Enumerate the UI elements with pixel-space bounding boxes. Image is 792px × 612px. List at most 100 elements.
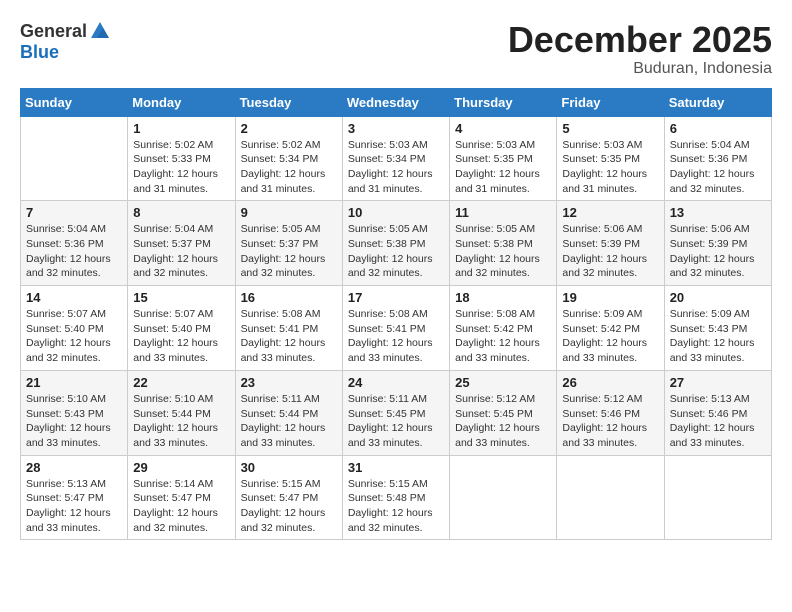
calendar-cell (450, 455, 557, 540)
day-number: 4 (455, 121, 551, 136)
calendar-cell: 15Sunrise: 5:07 AMSunset: 5:40 PMDayligh… (128, 286, 235, 371)
day-info: Sunrise: 5:08 AMSunset: 5:41 PMDaylight:… (241, 307, 337, 366)
day-info: Sunrise: 5:03 AMSunset: 5:35 PMDaylight:… (562, 138, 658, 197)
day-info: Sunrise: 5:10 AMSunset: 5:43 PMDaylight:… (26, 392, 122, 451)
day-info: Sunrise: 5:15 AMSunset: 5:47 PMDaylight:… (241, 477, 337, 536)
calendar-cell: 6 Sunrise: 5:04 AMSunset: 5:36 PMDaylight… (664, 116, 771, 201)
day-info: Sunrise: 5:08 AMSunset: 5:42 PMDaylight:… (455, 307, 551, 366)
calendar-cell: 25 Sunrise: 5:12 AMSunset: 5:45 PMDayligh… (450, 370, 557, 455)
calendar-cell: 10Sunrise: 5:05 AMSunset: 5:38 PMDayligh… (342, 201, 449, 286)
day-number: 3 (348, 121, 444, 136)
day-info: Sunrise: 5:09 AMSunset: 5:42 PMDaylight:… (562, 307, 658, 366)
day-info: Sunrise: 5:12 AMSunset: 5:46 PMDaylight:… (562, 392, 658, 451)
day-info: Sunrise: 5:13 AMSunset: 5:47 PMDaylight:… (26, 477, 122, 536)
day-number: 29 (133, 460, 229, 475)
calendar-week-row: 14 Sunrise: 5:07 AMSunset: 5:40 PMDayligh… (21, 286, 772, 371)
calendar-cell: 23Sunrise: 5:11 AMSunset: 5:44 PMDayligh… (235, 370, 342, 455)
calendar-cell (21, 116, 128, 201)
calendar-cell: 11 Sunrise: 5:05 AMSunset: 5:38 PMDayligh… (450, 201, 557, 286)
day-info: Sunrise: 5:08 AMSunset: 5:41 PMDaylight:… (348, 307, 444, 366)
page-header: General Blue December 2025 Buduran, Indo… (20, 20, 772, 78)
day-info: Sunrise: 5:11 AMSunset: 5:45 PMDaylight:… (348, 392, 444, 451)
calendar-week-row: 1 Sunrise: 5:02 AMSunset: 5:33 PMDaylight… (21, 116, 772, 201)
day-number: 27 (670, 375, 766, 390)
day-number: 28 (26, 460, 122, 475)
calendar-cell (557, 455, 664, 540)
calendar-cell: 14 Sunrise: 5:07 AMSunset: 5:40 PMDayligh… (21, 286, 128, 371)
day-number: 18 (455, 290, 551, 305)
logo-blue-text: Blue (20, 42, 59, 63)
day-number: 17 (348, 290, 444, 305)
day-info: Sunrise: 5:04 AMSunset: 5:36 PMDaylight:… (26, 222, 122, 281)
header-saturday: Saturday (664, 88, 771, 116)
logo: General Blue (20, 20, 113, 63)
day-info: Sunrise: 5:05 AMSunset: 5:37 PMDaylight:… (241, 222, 337, 281)
day-number: 11 (455, 205, 551, 220)
day-number: 10 (348, 205, 444, 220)
header-tuesday: Tuesday (235, 88, 342, 116)
day-number: 26 (562, 375, 658, 390)
calendar-cell: 13 Sunrise: 5:06 AMSunset: 5:39 PMDayligh… (664, 201, 771, 286)
day-number: 21 (26, 375, 122, 390)
logo-icon (89, 20, 111, 42)
calendar-cell: 27 Sunrise: 5:13 AMSunset: 5:46 PMDayligh… (664, 370, 771, 455)
day-number: 12 (562, 205, 658, 220)
location-subtitle: Buduran, Indonesia (508, 60, 772, 78)
calendar-cell: 26 Sunrise: 5:12 AMSunset: 5:46 PMDayligh… (557, 370, 664, 455)
day-info: Sunrise: 5:02 AMSunset: 5:33 PMDaylight:… (133, 138, 229, 197)
day-number: 22 (133, 375, 229, 390)
calendar-cell: 19Sunrise: 5:09 AMSunset: 5:42 PMDayligh… (557, 286, 664, 371)
day-number: 6 (670, 121, 766, 136)
day-number: 5 (562, 121, 658, 136)
day-info: Sunrise: 5:12 AMSunset: 5:45 PMDaylight:… (455, 392, 551, 451)
calendar-week-row: 7 Sunrise: 5:04 AMSunset: 5:36 PMDaylight… (21, 201, 772, 286)
calendar-cell: 7 Sunrise: 5:04 AMSunset: 5:36 PMDaylight… (21, 201, 128, 286)
day-info: Sunrise: 5:09 AMSunset: 5:43 PMDaylight:… (670, 307, 766, 366)
calendar-cell: 9 Sunrise: 5:05 AMSunset: 5:37 PMDaylight… (235, 201, 342, 286)
calendar-header-row: SundayMondayTuesdayWednesdayThursdayFrid… (21, 88, 772, 116)
day-info: Sunrise: 5:07 AMSunset: 5:40 PMDaylight:… (26, 307, 122, 366)
calendar-table: SundayMondayTuesdayWednesdayThursdayFrid… (20, 88, 772, 541)
day-number: 14 (26, 290, 122, 305)
day-number: 2 (241, 121, 337, 136)
day-number: 25 (455, 375, 551, 390)
header-wednesday: Wednesday (342, 88, 449, 116)
day-number: 7 (26, 205, 122, 220)
calendar-cell: 12Sunrise: 5:06 AMSunset: 5:39 PMDayligh… (557, 201, 664, 286)
day-number: 16 (241, 290, 337, 305)
day-info: Sunrise: 5:05 AMSunset: 5:38 PMDaylight:… (455, 222, 551, 281)
calendar-cell: 22 Sunrise: 5:10 AMSunset: 5:44 PMDayligh… (128, 370, 235, 455)
day-number: 9 (241, 205, 337, 220)
day-info: Sunrise: 5:06 AMSunset: 5:39 PMDaylight:… (670, 222, 766, 281)
logo-general-text: General (20, 21, 87, 42)
day-info: Sunrise: 5:07 AMSunset: 5:40 PMDaylight:… (133, 307, 229, 366)
calendar-cell: 4 Sunrise: 5:03 AMSunset: 5:35 PMDaylight… (450, 116, 557, 201)
day-info: Sunrise: 5:15 AMSunset: 5:48 PMDaylight:… (348, 477, 444, 536)
day-info: Sunrise: 5:04 AMSunset: 5:36 PMDaylight:… (670, 138, 766, 197)
day-info: Sunrise: 5:13 AMSunset: 5:46 PMDaylight:… (670, 392, 766, 451)
calendar-week-row: 21 Sunrise: 5:10 AMSunset: 5:43 PMDayligh… (21, 370, 772, 455)
calendar-cell: 31Sunrise: 5:15 AMSunset: 5:48 PMDayligh… (342, 455, 449, 540)
day-number: 20 (670, 290, 766, 305)
day-number: 23 (241, 375, 337, 390)
day-info: Sunrise: 5:03 AMSunset: 5:35 PMDaylight:… (455, 138, 551, 197)
header-monday: Monday (128, 88, 235, 116)
day-info: Sunrise: 5:10 AMSunset: 5:44 PMDaylight:… (133, 392, 229, 451)
calendar-cell: 28 Sunrise: 5:13 AMSunset: 5:47 PMDayligh… (21, 455, 128, 540)
title-area: December 2025 Buduran, Indonesia (508, 20, 772, 78)
calendar-cell: 17 Sunrise: 5:08 AMSunset: 5:41 PMDayligh… (342, 286, 449, 371)
day-number: 13 (670, 205, 766, 220)
calendar-cell: 21 Sunrise: 5:10 AMSunset: 5:43 PMDayligh… (21, 370, 128, 455)
calendar-cell: 18 Sunrise: 5:08 AMSunset: 5:42 PMDayligh… (450, 286, 557, 371)
day-info: Sunrise: 5:14 AMSunset: 5:47 PMDaylight:… (133, 477, 229, 536)
calendar-cell: 1 Sunrise: 5:02 AMSunset: 5:33 PMDaylight… (128, 116, 235, 201)
calendar-cell: 16 Sunrise: 5:08 AMSunset: 5:41 PMDayligh… (235, 286, 342, 371)
day-info: Sunrise: 5:03 AMSunset: 5:34 PMDaylight:… (348, 138, 444, 197)
day-number: 8 (133, 205, 229, 220)
header-friday: Friday (557, 88, 664, 116)
header-sunday: Sunday (21, 88, 128, 116)
header-thursday: Thursday (450, 88, 557, 116)
day-number: 1 (133, 121, 229, 136)
day-number: 24 (348, 375, 444, 390)
calendar-cell: 2Sunrise: 5:02 AMSunset: 5:34 PMDaylight… (235, 116, 342, 201)
